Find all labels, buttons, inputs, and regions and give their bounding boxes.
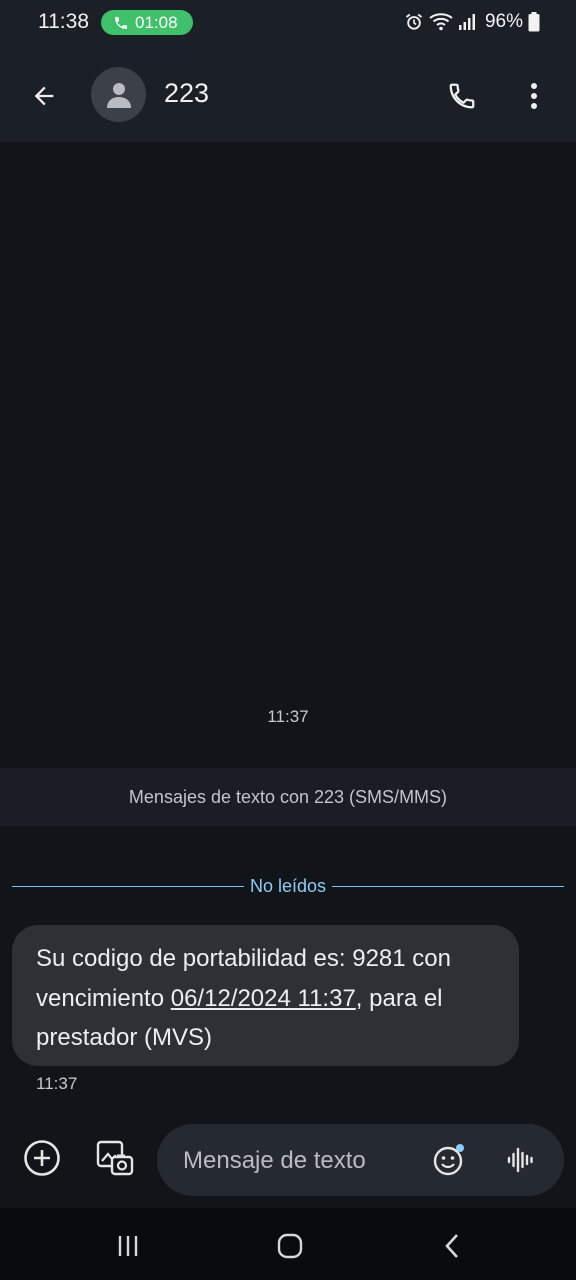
- emoji-button[interactable]: [431, 1142, 467, 1178]
- call-timer: 01:08: [135, 12, 178, 32]
- person-icon: [106, 82, 131, 108]
- phone-small-icon: [115, 16, 127, 29]
- top-bar: 11:38 01:08 96% 223: [0, 0, 576, 142]
- conversation-info-banner: Mensajes de texto con 223 (SMS/MMS): [0, 768, 576, 826]
- composer-bar: [0, 1122, 576, 1206]
- unread-label: No leídos: [249, 875, 327, 896]
- back-button[interactable]: [26, 78, 62, 114]
- more-options-button[interactable]: [518, 77, 550, 115]
- divider-line: [332, 885, 565, 887]
- gallery-button[interactable]: [93, 1136, 137, 1180]
- divider-line: [12, 885, 244, 887]
- emoji-icon: [433, 1144, 464, 1176]
- status-icons: 96%: [404, 11, 540, 33]
- home-icon: [277, 1233, 303, 1259]
- message-input-pill: [157, 1124, 564, 1196]
- home-button[interactable]: [272, 1228, 308, 1264]
- message-input[interactable]: [181, 1142, 425, 1180]
- signal-icon: [458, 14, 475, 30]
- call-button[interactable]: [443, 77, 481, 115]
- phone-icon: [449, 83, 475, 109]
- contact-name[interactable]: 223: [164, 78, 209, 109]
- voice-message-button[interactable]: [503, 1142, 539, 1178]
- message-time: 11:37: [36, 1074, 78, 1093]
- recents-icon: [118, 1236, 138, 1256]
- contact-avatar[interactable]: [91, 67, 146, 122]
- recents-button[interactable]: [110, 1228, 146, 1264]
- message-bubble[interactable]: Su codigo de portabilidad es: 9281 con v…: [12, 925, 519, 1066]
- battery-percent: 96%: [484, 11, 523, 32]
- back-arrow-icon: [34, 86, 54, 106]
- voice-icon: [507, 1147, 533, 1173]
- conversation-area[interactable]: 11:37 Mensajes de texto con 223 (SMS/MMS…: [0, 142, 576, 1122]
- battery-icon: [528, 12, 540, 32]
- navigation-bar: [0, 1208, 576, 1280]
- messages-screen: 11:38 01:08 96% 223 11:37 Mensajes de te…: [0, 0, 576, 1280]
- ongoing-call-chip[interactable]: 01:08: [101, 10, 193, 35]
- gallery-icon: [96, 1140, 134, 1176]
- unread-divider: No leídos: [12, 874, 565, 898]
- add-attachment-button[interactable]: [22, 1138, 62, 1178]
- wifi-icon: [429, 13, 453, 31]
- timestamp-header: 11:37: [267, 707, 309, 726]
- back-icon: [445, 1234, 458, 1258]
- add-circle-icon: [24, 1140, 60, 1176]
- nav-back-button[interactable]: [434, 1228, 470, 1264]
- status-time: 11:38: [38, 10, 89, 33]
- more-vert-icon: [531, 83, 537, 109]
- alarm-icon: [405, 13, 423, 30]
- message-date-link[interactable]: 06/12/2024 11:37: [171, 985, 356, 1012]
